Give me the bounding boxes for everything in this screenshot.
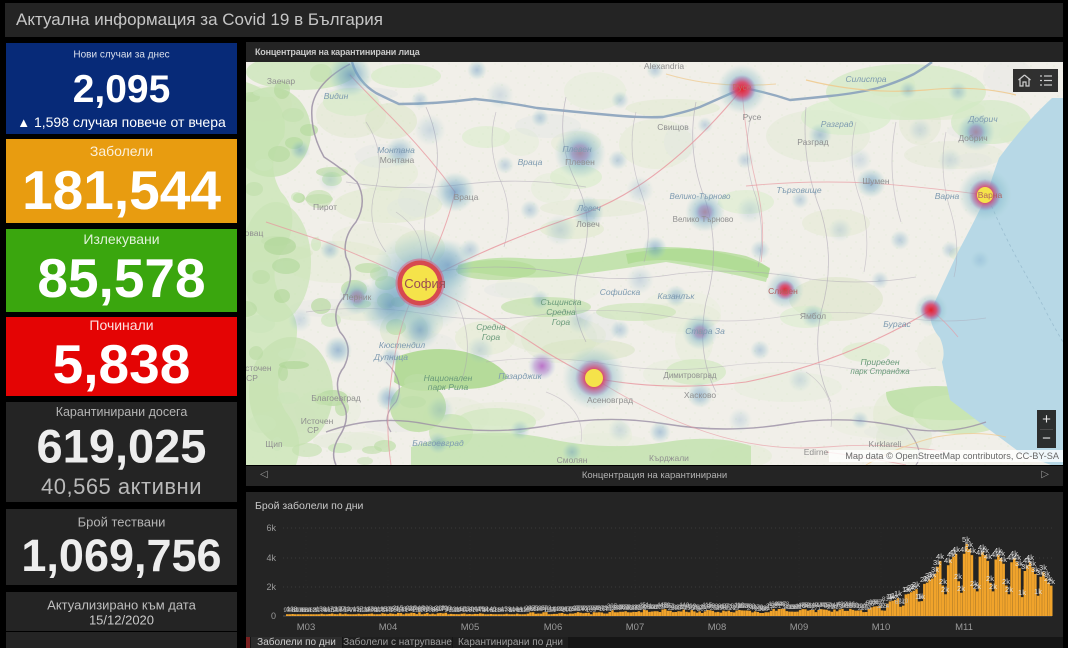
svg-text:M11: M11 (955, 622, 973, 633)
svg-text:Ловеч: Ловеч (576, 203, 601, 213)
svg-text:Пирот: Пирот (313, 202, 337, 212)
svg-text:Кърджали: Кърджали (649, 453, 689, 463)
svg-text:Благоевград: Благоевград (412, 438, 464, 448)
svg-text:Шумен: Шумен (862, 176, 890, 186)
svg-text:720: 720 (898, 598, 909, 605)
svg-text:СР: СР (246, 373, 258, 383)
svg-text:1k: 1k (917, 592, 925, 601)
svg-text:Приреден: Приреден (860, 357, 899, 367)
svg-text:2k: 2k (954, 572, 962, 581)
svg-text:Монтана: Монтана (380, 155, 415, 165)
svg-text:Edirne: Edirne (804, 447, 829, 457)
svg-text:Търговище: Търговище (776, 185, 821, 195)
svg-text:M03: M03 (297, 622, 315, 633)
svg-text:Велико Търново: Велико Търново (673, 215, 734, 224)
svg-text:Alexandria: Alexandria (644, 62, 684, 71)
svg-text:M08: M08 (708, 622, 726, 633)
svg-text:Враца: Враца (454, 192, 479, 202)
svg-text:Kırklareli: Kırklareli (868, 439, 901, 449)
svg-text:Димитровград: Димитровград (663, 371, 716, 380)
svg-text:2k: 2k (1047, 577, 1055, 586)
svg-text:Кюстендил: Кюстендил (379, 340, 426, 350)
svg-text:парк Странджа: парк Странджа (850, 367, 910, 376)
svg-text:Сливен: Сливен (768, 286, 798, 296)
svg-text:Русе: Русе (733, 82, 752, 92)
svg-text:Средна: Средна (476, 322, 506, 332)
svg-text:Перник: Перник (343, 292, 372, 302)
svg-text:0: 0 (271, 611, 276, 621)
svg-text:Същинска: Същинска (540, 297, 581, 307)
svg-text:2k: 2k (1005, 585, 1013, 594)
svg-text:Асеновград: Асеновград (587, 395, 633, 405)
svg-text:Заечар: Заечар (267, 76, 295, 86)
svg-text:Дупница: Дупница (373, 352, 408, 362)
svg-text:Средна: Средна (546, 307, 576, 317)
svg-text:Гора: Гора (482, 332, 501, 342)
svg-text:2k: 2k (266, 582, 276, 592)
svg-text:Добрич: Добрич (967, 114, 998, 124)
svg-text:Добрич: Добрич (958, 133, 987, 143)
svg-text:Разград: Разград (797, 137, 828, 147)
svg-text:M10: M10 (872, 622, 890, 633)
svg-text:4k: 4k (936, 552, 944, 561)
svg-text:София: София (404, 276, 446, 291)
svg-text:374: 374 (879, 603, 890, 610)
svg-text:Враца: Враца (518, 157, 543, 167)
svg-text:Разград: Разград (821, 119, 854, 129)
svg-text:СР: СР (307, 425, 319, 435)
svg-text:6k: 6k (266, 523, 276, 533)
svg-text:Смолян: Смолян (557, 455, 588, 465)
svg-text:2k: 2k (912, 580, 920, 589)
svg-text:Силистра: Силистра (845, 74, 886, 84)
svg-text:M06: M06 (544, 622, 562, 633)
svg-text:Щип: Щип (265, 439, 283, 449)
svg-text:M09: M09 (790, 622, 808, 633)
svg-text:4k: 4k (968, 546, 976, 555)
svg-text:Ловеч: Ловеч (576, 219, 600, 229)
svg-text:осточен: осточен (246, 363, 272, 373)
svg-text:Монтана: Монтана (377, 145, 415, 155)
svg-text:M04: M04 (379, 622, 397, 633)
svg-text:Варна: Варна (978, 190, 1003, 200)
svg-text:Плевен: Плевен (562, 144, 592, 154)
svg-text:Свищов: Свищов (657, 122, 689, 132)
svg-text:2k: 2k (973, 582, 981, 591)
svg-text:1k: 1k (894, 589, 902, 598)
svg-text:Бургас: Бургас (883, 319, 911, 329)
svg-text:Гора: Гора (552, 317, 571, 327)
svg-text:Ямбол: Ямбол (800, 311, 826, 321)
svg-text:2k: 2k (957, 584, 965, 593)
svg-text:Пазарджик: Пазарджик (498, 371, 542, 381)
svg-text:Хасково: Хасково (684, 390, 717, 400)
svg-text:Благоевград: Благоевград (311, 393, 361, 403)
svg-text:Стара За: Стара За (685, 326, 725, 336)
svg-text:4k: 4k (266, 553, 276, 563)
svg-text:Велико-Търново: Велико-Търново (670, 192, 732, 201)
svg-text:4k: 4k (999, 555, 1007, 564)
svg-text:Видин: Видин (324, 91, 349, 101)
svg-text:Казанлък: Казанлък (658, 291, 696, 301)
svg-text:овац: овац (246, 228, 263, 238)
svg-text:Софийска: Софийска (600, 287, 641, 297)
svg-text:4k: 4k (952, 545, 960, 554)
svg-text:Плевен: Плевен (565, 157, 595, 167)
svg-text:Русе: Русе (743, 112, 762, 122)
svg-text:2k: 2k (989, 582, 997, 591)
svg-text:Варна: Варна (935, 191, 960, 201)
svg-text:2k: 2k (941, 585, 949, 594)
svg-text:1k: 1k (1018, 588, 1026, 597)
svg-text:парк Рила: парк Рила (428, 382, 469, 392)
svg-text:1k: 1k (1034, 587, 1042, 596)
svg-text:M05: M05 (461, 622, 479, 633)
svg-text:M07: M07 (626, 622, 644, 633)
